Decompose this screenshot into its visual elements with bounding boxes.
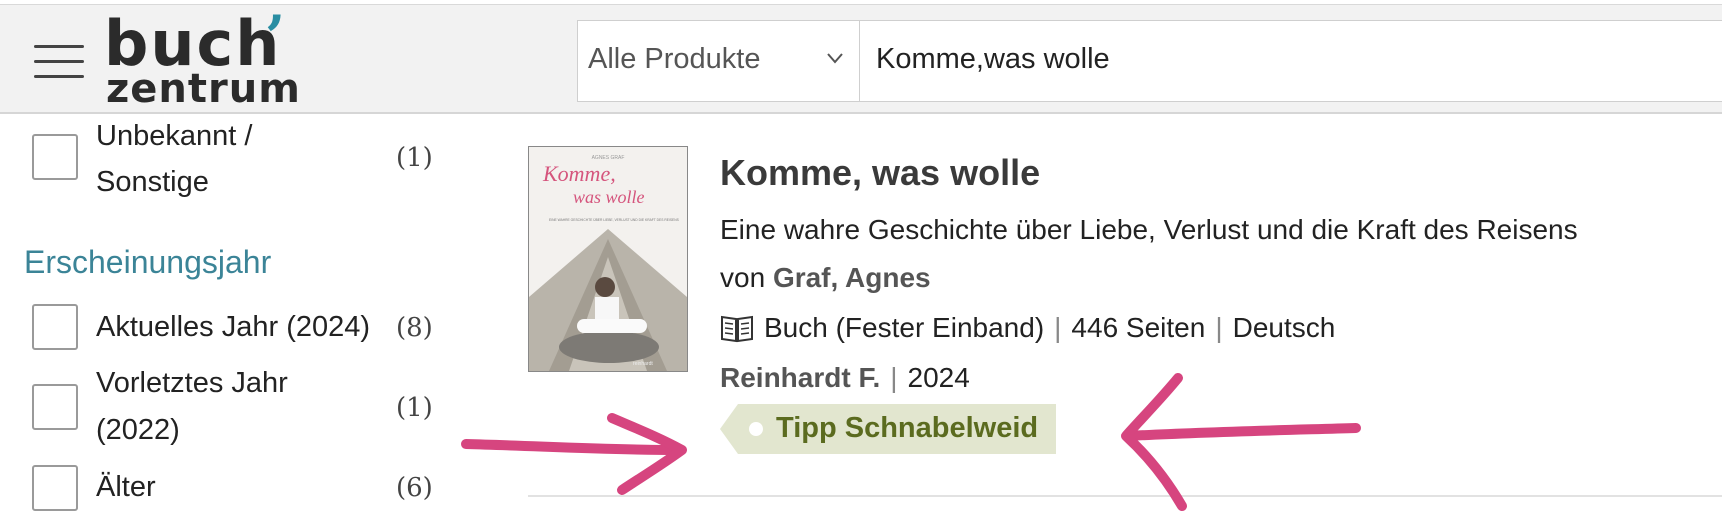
filter-checkbox-aelter[interactable] xyxy=(32,465,78,511)
filter-heading-erscheinungsjahr: Erscheinungsjahr xyxy=(24,244,272,280)
meta-separator: | xyxy=(890,362,898,393)
product-publisher[interactable]: Reinhardt F. xyxy=(720,362,880,393)
product-language: Deutsch xyxy=(1232,312,1336,343)
filter-checkbox-unbekannt[interactable] xyxy=(32,134,78,180)
arrow-right-head xyxy=(607,413,687,495)
filter-checkbox-aktuelles-jahr[interactable] xyxy=(32,304,78,350)
product-year: 2024 xyxy=(907,362,970,393)
filter-label-unbekannt-line1: Unbekannt / xyxy=(96,120,253,152)
chevron-down-icon xyxy=(827,53,843,64)
product-author-line: von Graf, Agnes xyxy=(720,262,931,294)
filter-label-vorletztes-jahr-line2: (2022) xyxy=(96,414,180,446)
product-title[interactable]: Komme, was wolle xyxy=(720,152,1040,194)
tag-notch xyxy=(720,404,738,454)
filter-count-unbekannt: (1) xyxy=(396,143,433,173)
search-input[interactable]: Komme,was wolle xyxy=(876,43,1110,76)
site-header: buch ’ zentrum Alle Produkte Komme,was w… xyxy=(0,3,1722,114)
category-select[interactable]: Alle Produkte xyxy=(578,21,860,101)
logo-text-zentrum: zentrum xyxy=(106,66,301,112)
book-cover-image[interactable]: AGNES GRAF Komme, was wolle EINE WAHRE G… xyxy=(528,146,688,372)
cover-blurb: EINE WAHRE GESCHICHTE ÜBER LIEBE, VERLUS… xyxy=(549,218,680,222)
arrow-right-shaft xyxy=(461,439,683,455)
filter-label-unbekannt-line2: Sonstige xyxy=(96,166,209,198)
cover-publisher: reinhardt xyxy=(633,361,653,367)
product-pages: 446 Seiten xyxy=(1071,312,1206,343)
arrow-left-shaft xyxy=(1123,423,1361,441)
category-select-value: Alle Produkte xyxy=(588,43,761,75)
site-logo[interactable]: buch ’ zentrum xyxy=(104,3,304,113)
meta-separator: | xyxy=(1215,312,1223,343)
product-subtitle: Eine wahre Geschichte über Liebe, Verlus… xyxy=(720,214,1578,245)
tip-tag-label: Tipp Schnabelweid xyxy=(776,412,1039,444)
open-book-icon xyxy=(721,315,753,343)
product-publisher-line: Reinhardt F. | 2024 xyxy=(720,362,970,394)
filter-label-aktuelles-jahr: Aktuelles Jahr (2024) xyxy=(96,311,371,343)
filter-count-vorletztes-jahr: (1) xyxy=(396,393,433,423)
meta-separator: | xyxy=(1054,312,1062,343)
cover-title-line2: was wolle xyxy=(573,187,645,207)
arrow-left-head xyxy=(1121,373,1187,511)
tag-hole-icon xyxy=(749,422,763,436)
product-format: Buch (Fester Einband) xyxy=(764,312,1045,343)
menu-icon[interactable] xyxy=(34,45,84,79)
filter-label-aelter: Älter xyxy=(96,471,156,503)
author-link[interactable]: Graf, Agnes xyxy=(773,262,931,293)
filter-count-aelter: (6) xyxy=(396,473,433,503)
filter-checkbox-vorletztes-jahr[interactable] xyxy=(32,384,78,430)
author-prefix: von xyxy=(720,262,766,293)
product-meta: Buch (Fester Einband) | 446 Seiten | Deutsch xyxy=(720,312,1335,344)
book-cover-art: AGNES GRAF Komme, was wolle EINE WAHRE G… xyxy=(529,147,687,371)
filter-count-aktuelles-jahr: (8) xyxy=(396,313,433,343)
result-divider xyxy=(528,495,1722,497)
cover-title-line1: Komme, xyxy=(542,161,616,186)
logo-apostrophe: ’ xyxy=(265,3,286,71)
filter-label-vorletztes-jahr-line1: Vorletztes Jahr xyxy=(96,367,288,399)
search-bar: Alle Produkte Komme,was wolle xyxy=(577,20,1722,102)
